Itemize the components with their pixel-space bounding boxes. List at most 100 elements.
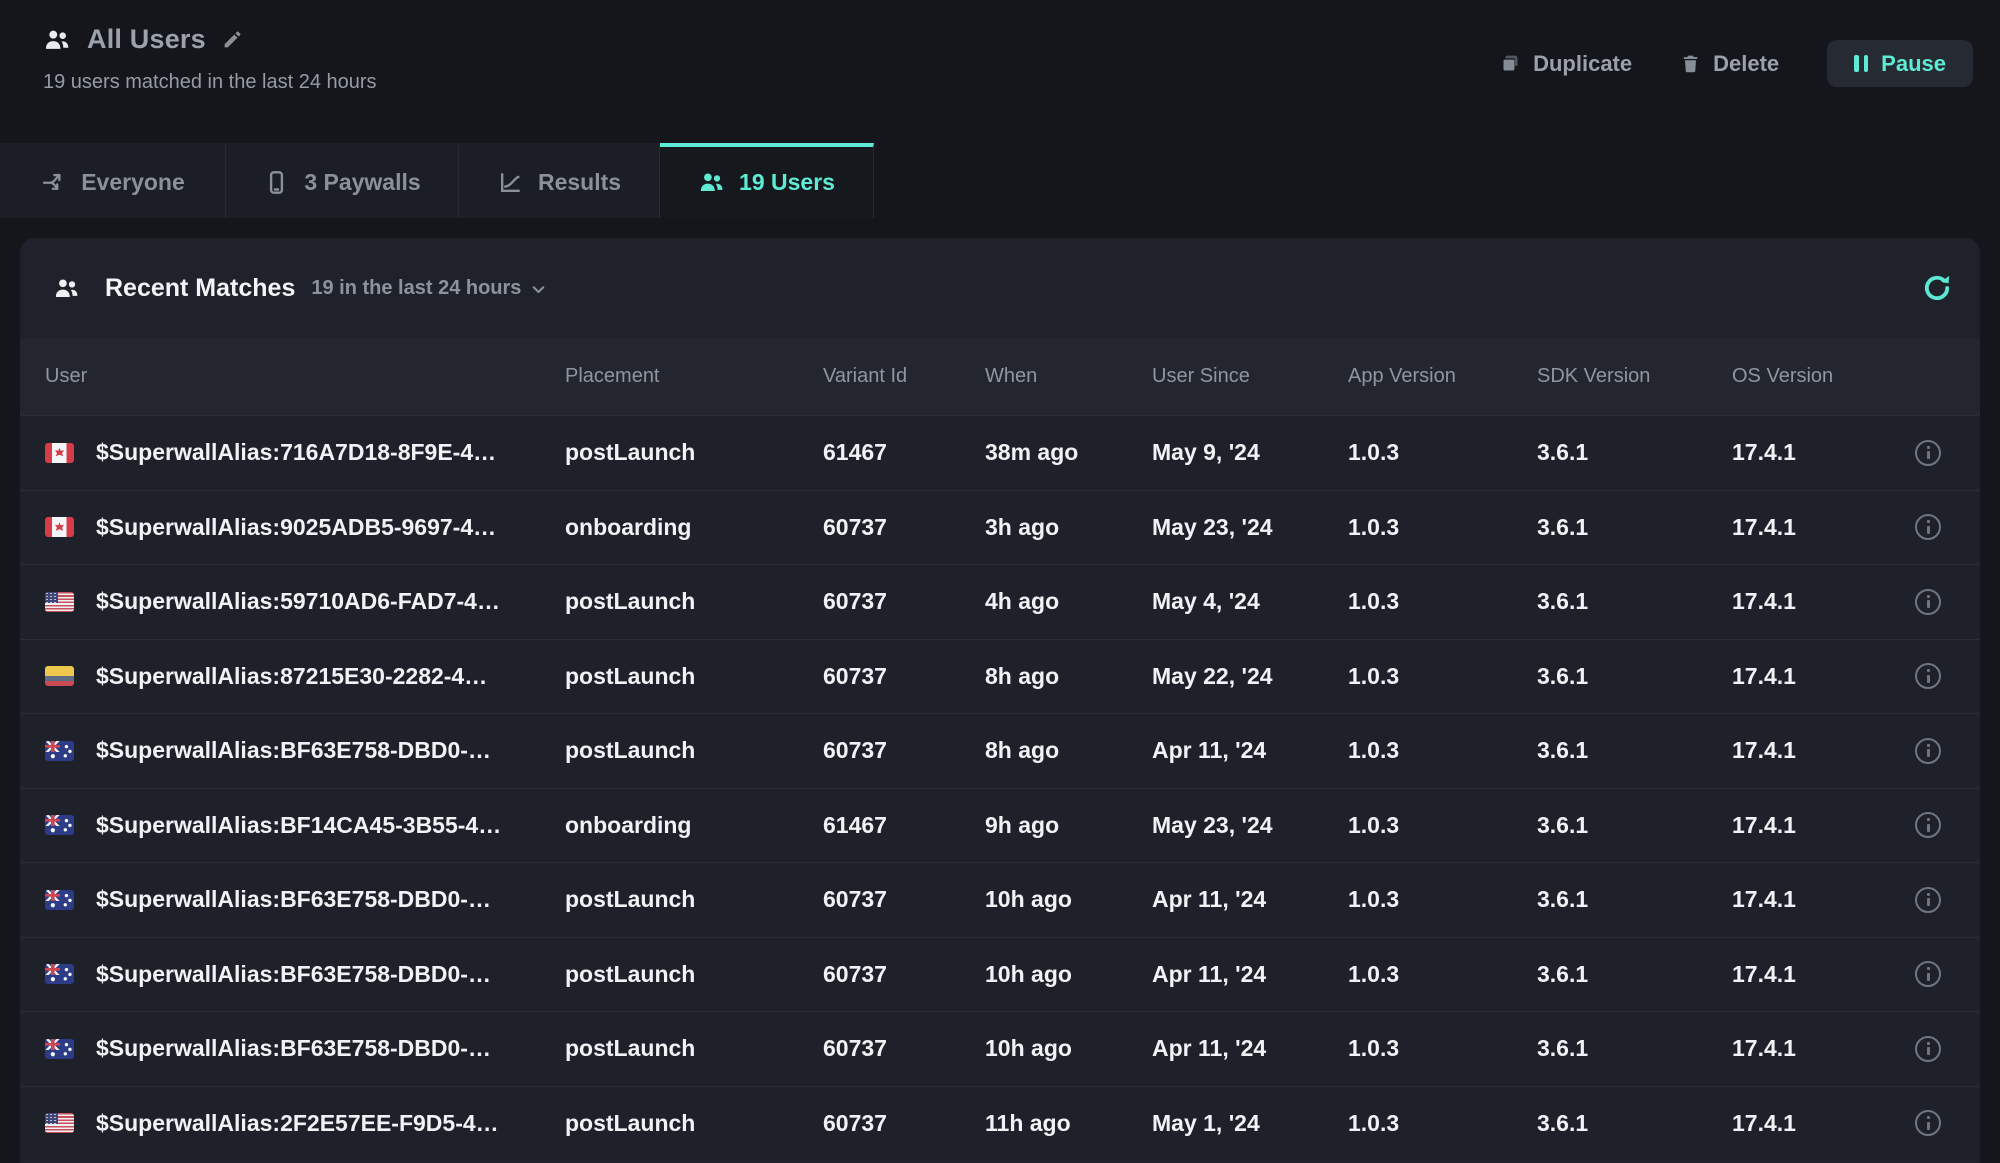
refresh-button[interactable]: [1920, 271, 1954, 305]
app-version-cell: 1.0.3: [1348, 737, 1537, 764]
variant-id-cell: 60737: [823, 737, 985, 764]
when-cell: 10h ago: [985, 1035, 1152, 1062]
sdk-version-cell: 3.6.1: [1537, 439, 1732, 466]
pause-icon: [1854, 55, 1868, 72]
variant-id-cell: 60737: [823, 588, 985, 615]
user-cell: $SuperwallAlias:59710AD6-FAD7-4…: [45, 588, 565, 615]
duplicate-button[interactable]: Duplicate: [1500, 51, 1632, 77]
column-header-placement: Placement: [565, 365, 823, 388]
panel-title: Recent Matches: [105, 274, 295, 303]
table-row[interactable]: $SuperwallAlias:9025ADB5-9697-4… onboard…: [20, 490, 1980, 565]
table-row[interactable]: $SuperwallAlias:716A7D18-8F9E-4… postLau…: [20, 415, 1980, 490]
os-version-cell: 17.4.1: [1732, 514, 1915, 541]
app-version-cell: 1.0.3: [1348, 886, 1537, 913]
placement-cell: onboarding: [565, 514, 823, 541]
user-cell: $SuperwallAlias:87215E30-2282-4…: [45, 663, 565, 690]
os-version-cell: 17.4.1: [1732, 886, 1915, 913]
split-arrow-icon: [40, 169, 67, 196]
table-row[interactable]: $SuperwallAlias:BF63E758-DBD0-… postLaun…: [20, 937, 1980, 1012]
table-row[interactable]: $SuperwallAlias:BF14CA45-3B55-4… onboard…: [20, 788, 1980, 863]
user-alias: $SuperwallAlias:9025ADB5-9697-4…: [96, 514, 496, 541]
flag-ca-icon: [45, 517, 74, 537]
user-since-cell: May 22, '24: [1152, 663, 1348, 690]
column-header-user: User: [45, 365, 565, 388]
info-icon[interactable]: [1915, 440, 1941, 466]
info-icon[interactable]: [1915, 961, 1941, 987]
column-header-user-since: User Since: [1152, 365, 1348, 388]
when-cell: 4h ago: [985, 588, 1152, 615]
variant-id-cell: 60737: [823, 1110, 985, 1137]
info-icon[interactable]: [1915, 812, 1941, 838]
variant-id-cell: 60737: [823, 886, 985, 913]
flag-au-icon: [45, 964, 74, 984]
flag-ca-icon: [45, 443, 74, 463]
app-version-cell: 1.0.3: [1348, 439, 1537, 466]
phone-icon: [263, 169, 290, 196]
info-icon[interactable]: [1915, 663, 1941, 689]
info-icon[interactable]: [1915, 514, 1941, 540]
placement-cell: postLaunch: [565, 439, 823, 466]
tab-results[interactable]: Results: [459, 143, 660, 218]
column-header-app-version: App Version: [1348, 365, 1537, 388]
info-icon[interactable]: [1915, 738, 1941, 764]
user-since-cell: May 23, '24: [1152, 514, 1348, 541]
pause-button[interactable]: Pause: [1827, 40, 1973, 87]
duplicate-icon: [1500, 53, 1521, 74]
user-cell: $SuperwallAlias:2F2E57EE-F9D5-4…: [45, 1110, 565, 1137]
info-icon[interactable]: [1915, 1110, 1941, 1136]
table-row[interactable]: $SuperwallAlias:59710AD6-FAD7-4… postLau…: [20, 564, 1980, 639]
delete-button[interactable]: Delete: [1680, 51, 1779, 77]
table-row[interactable]: $SuperwallAlias:2F2E57EE-F9D5-4… postLau…: [20, 1086, 1980, 1161]
placement-cell: onboarding: [565, 812, 823, 839]
tab-paywalls[interactable]: 3 Paywalls: [226, 143, 459, 218]
when-cell: 8h ago: [985, 663, 1152, 690]
user-since-cell: May 23, '24: [1152, 812, 1348, 839]
sdk-version-cell: 3.6.1: [1537, 812, 1732, 839]
placement-cell: postLaunch: [565, 663, 823, 690]
user-cell: $SuperwallAlias:BF63E758-DBD0-…: [45, 1035, 565, 1062]
user-alias: $SuperwallAlias:BF63E758-DBD0-…: [96, 886, 491, 913]
sdk-version-cell: 3.6.1: [1537, 663, 1732, 690]
column-header-variant-id: Variant Id: [823, 365, 985, 388]
campaign-tabs: Everyone 3 Paywalls Results 19 Users: [0, 143, 874, 218]
flag-co-icon: [45, 666, 74, 686]
campaign-header: All Users 19 users matched in the last 2…: [43, 24, 377, 94]
info-icon[interactable]: [1915, 589, 1941, 615]
column-header-sdk-version: SDK Version: [1537, 365, 1732, 388]
flag-au-icon: [45, 741, 74, 761]
os-version-cell: 17.4.1: [1732, 1035, 1915, 1062]
edit-title-icon[interactable]: [222, 29, 243, 50]
info-icon[interactable]: [1915, 887, 1941, 913]
users-icon: [43, 26, 71, 54]
sdk-version-cell: 3.6.1: [1537, 514, 1732, 541]
table-row[interactable]: $SuperwallAlias:BF63E758-DBD0-… postLaun…: [20, 713, 1980, 788]
app-version-cell: 1.0.3: [1348, 588, 1537, 615]
variant-id-cell: 61467: [823, 812, 985, 839]
variant-id-cell: 60737: [823, 1035, 985, 1062]
time-range-dropdown[interactable]: 19 in the last 24 hours: [311, 277, 548, 300]
table-row[interactable]: $SuperwallAlias:BF63E758-DBD0-… postLaun…: [20, 1011, 1980, 1086]
refresh-icon: [1920, 271, 1954, 305]
column-header-os-version: OS Version: [1732, 365, 1915, 388]
user-cell: $SuperwallAlias:9025ADB5-9697-4…: [45, 514, 565, 541]
os-version-cell: 17.4.1: [1732, 812, 1915, 839]
os-version-cell: 17.4.1: [1732, 961, 1915, 988]
table-row[interactable]: $SuperwallAlias:87215E30-2282-4… postLau…: [20, 639, 1980, 714]
os-version-cell: 17.4.1: [1732, 588, 1915, 615]
sdk-version-cell: 3.6.1: [1537, 1110, 1732, 1137]
user-alias: $SuperwallAlias:BF63E758-DBD0-…: [96, 737, 491, 764]
chevron-down-icon: [529, 280, 548, 299]
user-alias: $SuperwallAlias:87215E30-2282-4…: [96, 663, 487, 690]
variant-id-cell: 60737: [823, 663, 985, 690]
app-version-cell: 1.0.3: [1348, 961, 1537, 988]
variant-id-cell: 60737: [823, 514, 985, 541]
table-row[interactable]: $SuperwallAlias:BF63E758-DBD0-… postLaun…: [20, 862, 1980, 937]
flag-au-icon: [45, 1039, 74, 1059]
sdk-version-cell: 3.6.1: [1537, 961, 1732, 988]
tab-everyone[interactable]: Everyone: [0, 143, 226, 218]
tab-users[interactable]: 19 Users: [660, 143, 874, 218]
info-icon[interactable]: [1915, 1036, 1941, 1062]
flag-au-icon: [45, 815, 74, 835]
when-cell: 10h ago: [985, 961, 1152, 988]
sdk-version-cell: 3.6.1: [1537, 1035, 1732, 1062]
